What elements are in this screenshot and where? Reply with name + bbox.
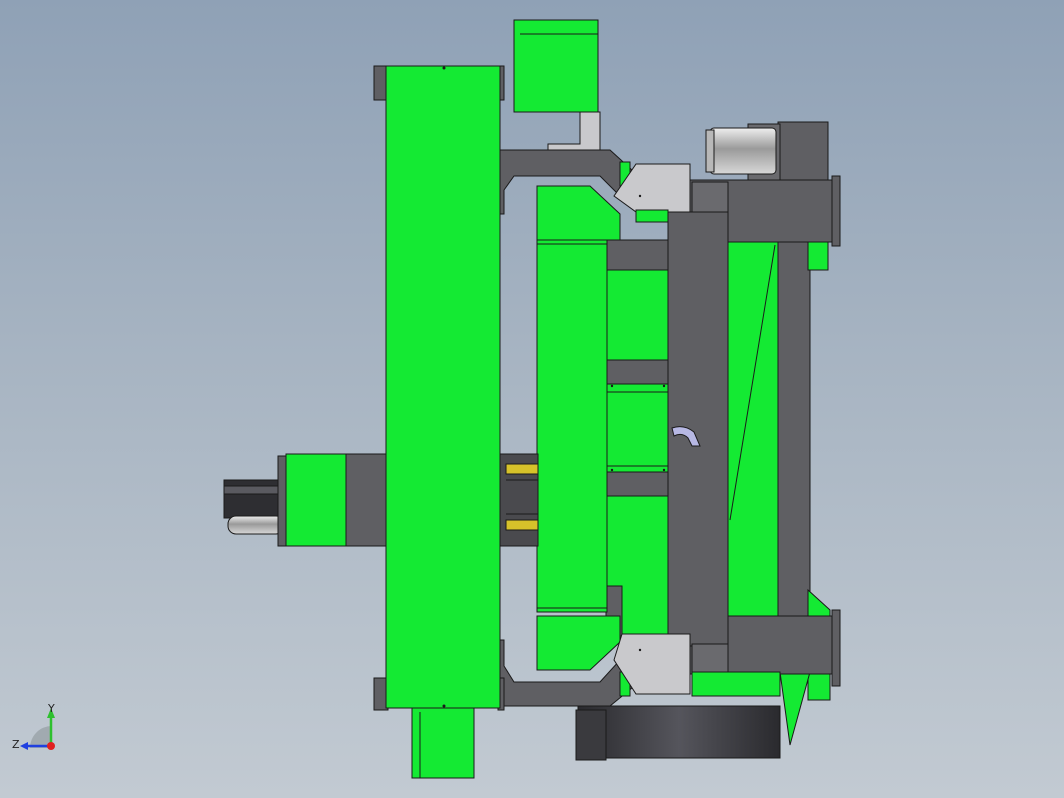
green-spine xyxy=(605,239,669,637)
main-green-column xyxy=(385,65,501,709)
left-green-carriage xyxy=(285,453,347,547)
top-right-motor-housing xyxy=(777,121,829,183)
cnc-machine-model[interactable]: Y Z xyxy=(0,0,1064,798)
cad-viewport[interactable]: Y Z xyxy=(0,0,1064,798)
left-motor-shaft xyxy=(227,515,285,535)
z-axis-label: Z xyxy=(12,738,20,751)
axis-triad: Y Z xyxy=(12,702,55,751)
right-frame-column xyxy=(777,181,811,617)
cylinder-motor xyxy=(709,127,777,175)
bottom-motor-block xyxy=(411,707,475,779)
inner-green-body xyxy=(536,239,608,613)
bottom-drum xyxy=(577,705,781,759)
y-axis-label: Y xyxy=(47,702,55,715)
